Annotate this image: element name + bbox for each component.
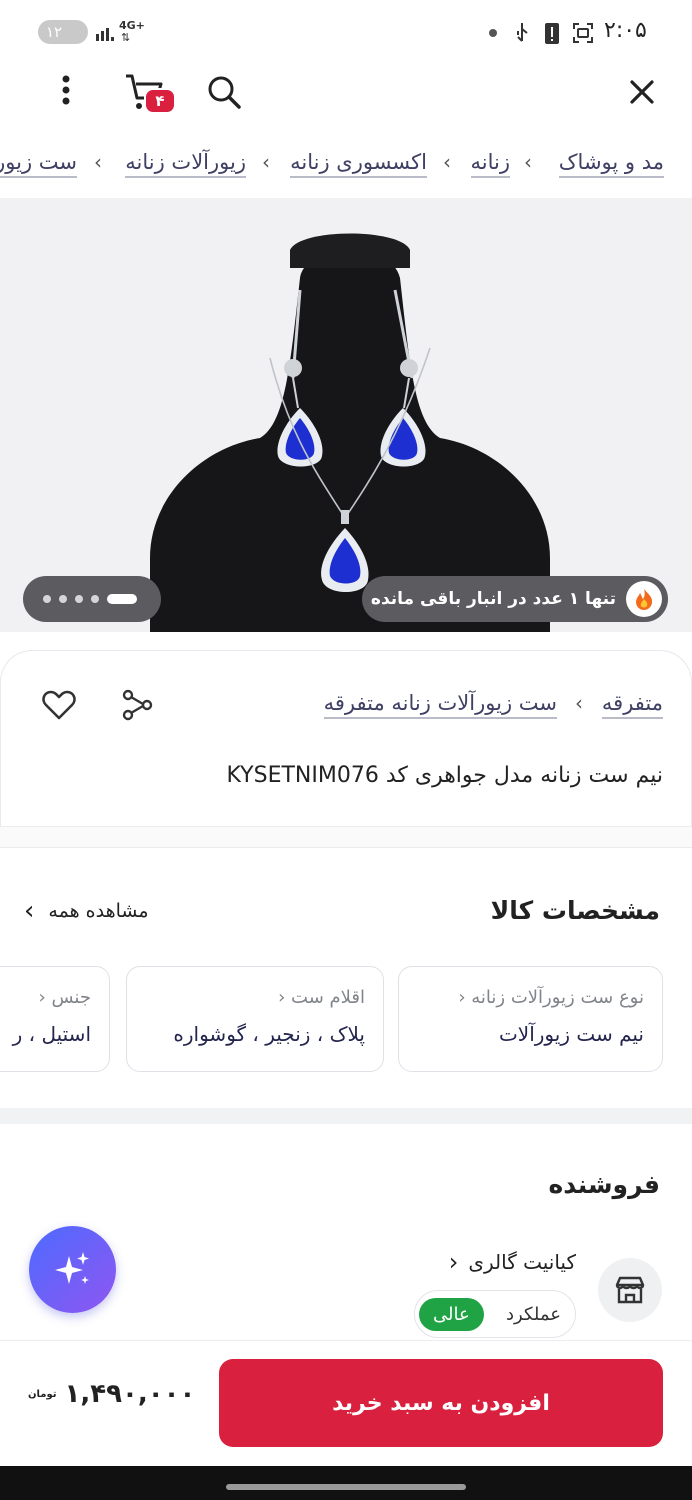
stock-notice: تنها ۱ عدد در انبار باقی مانده [362,576,668,622]
chevron-left-icon: ‹ [443,150,451,174]
breadcrumb-item[interactable]: مد و پوشاک [558,150,664,178]
product-info-card: متفرقه ‹ ست زیورآلات زنانه متفرقه نیم ست… [0,650,692,830]
share-icon[interactable] [115,683,159,727]
product-image [150,233,550,632]
breadcrumb-item[interactable]: ست زیورآلات [0,150,77,178]
cart-button[interactable]: ۴ [122,68,182,120]
pager-dot [91,595,99,603]
fire-icon [626,581,662,617]
seller-name-link[interactable]: کیانیت گالری ‹ [449,1250,576,1274]
currency-label: تومان [28,1388,57,1400]
chevron-left-icon: ‹ [24,896,35,926]
store-icon [598,1258,662,1322]
pager-dot [59,595,67,603]
product-category-link[interactable]: متفرقه [601,691,663,719]
screenshot-icon [570,20,596,46]
product-image-gallery[interactable]: تنها ۱ عدد در انبار باقی مانده [0,198,692,632]
dot-icon [489,29,497,37]
spec-card[interactable]: جنس ‹ استیل ، ر [0,966,110,1072]
product-subcategory-link[interactable]: ست زیورآلات زنانه متفرقه [323,691,557,719]
add-to-cart-button[interactable]: افزودن به سبد خرید [219,1359,663,1447]
search-icon[interactable] [202,70,246,114]
system-navigation-bar [0,1466,692,1500]
chevron-left-icon: ‹ [38,987,46,1008]
divider [0,826,692,848]
chevron-left-icon: ‹ [262,150,270,174]
clock: ۲:۰۵ [604,18,647,43]
signal-icon [94,22,116,42]
chevron-left-icon: ‹ [448,1248,459,1276]
bottom-purchase-bar: افزودن به سبد خرید تومان ۱,۴۹۰,۰۰۰ [0,1340,692,1466]
home-indicator[interactable] [226,1484,466,1490]
close-icon[interactable] [620,70,664,114]
pager-dot [43,595,51,603]
image-pager[interactable] [23,576,161,622]
pager-dot-active [107,594,137,604]
ai-assistant-button[interactable] [29,1226,116,1313]
breadcrumb-item[interactable]: زیورآلات زنانه [125,150,246,178]
performance-badge: عالی [419,1297,484,1331]
view-all-specs-link[interactable]: ‹ مشاهده همه [24,896,149,926]
chevron-left-icon: ‹ [524,150,532,174]
seller-heading: فروشنده [548,1170,660,1199]
alert-icon [542,20,562,46]
chevron-left-icon: ‹ [575,691,583,715]
sparkle-icon [54,1251,89,1284]
seller-performance: عالی عملکرد [414,1290,576,1338]
spec-card[interactable]: اقلام ست ‹ پلاک ، زنجیر ، گوشواره [126,966,384,1072]
pager-dot [75,595,83,603]
product-title: نیم ست زنانه مدل جواهری کد KYSETNIM076 [226,763,663,788]
notification-badge: ۱۲ [38,20,88,44]
cart-count-badge: ۴ [144,88,176,114]
breadcrumb: مد و پوشاک ‹ زنانه ‹ اکسسوری زنانه ‹ زیو… [0,130,692,196]
divider [0,1108,692,1124]
price: تومان ۱,۴۹۰,۰۰۰ [28,1379,195,1409]
breadcrumb-item[interactable]: زنانه [470,150,510,178]
spec-card[interactable]: نوع ست زیورآلات زنانه ‹ نیم ست زیورآلات [398,966,663,1072]
chevron-left-icon: ‹ [278,987,286,1008]
heart-icon[interactable] [37,683,81,727]
chevron-left-icon: ‹ [94,150,102,174]
price-value: ۱,۴۹۰,۰۰۰ [64,1379,196,1409]
specs-heading: مشخصات کالا [490,896,660,925]
data-arrows-icon: ⇅ [121,31,131,44]
top-app-bar: ۴ [0,60,692,130]
breadcrumb-item[interactable]: اکسسوری زنانه [290,150,427,178]
more-options-icon[interactable] [46,70,86,110]
usb-icon [512,20,532,46]
chevron-left-icon: ‹ [458,987,466,1008]
status-bar: ۱۲ 4G+ ⇅ ۲:۰۵ [0,0,692,60]
